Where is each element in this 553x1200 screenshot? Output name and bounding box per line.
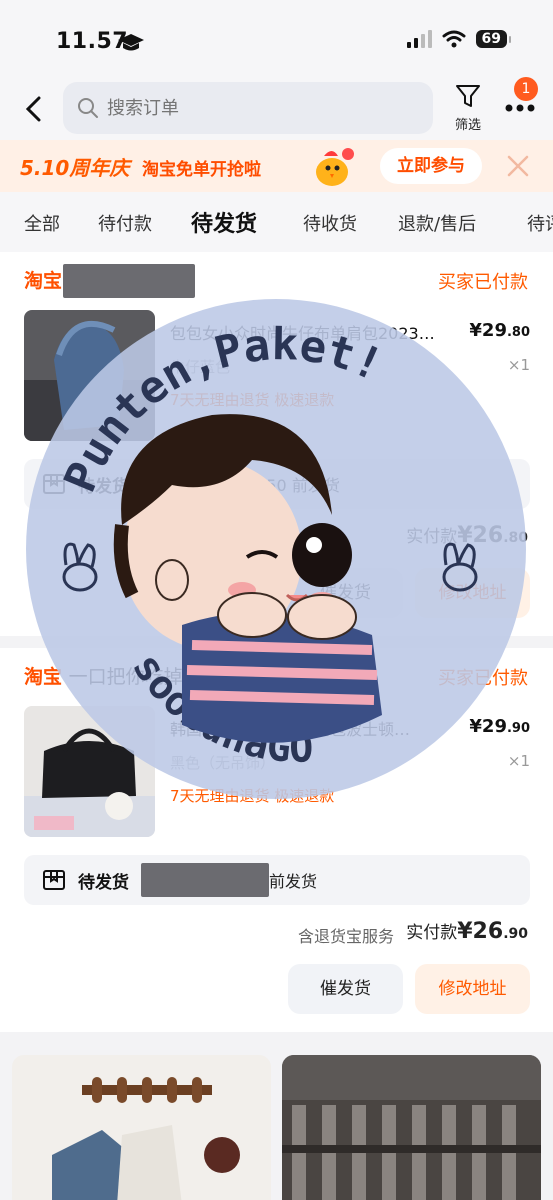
tab-pending-receipt[interactable]: 待收货 <box>303 210 357 236</box>
search-input[interactable] <box>107 97 407 119</box>
mascot-chick-icon <box>316 148 354 186</box>
shop-name: 一口把你吃掉女包店 <box>68 666 240 688</box>
paid-amount: 实付款¥26.90 <box>406 919 528 944</box>
product-sku: 黑色（无吊饰） <box>170 754 276 772</box>
tab-refund[interactable]: 退款/售后 <box>398 210 476 236</box>
urge-shipment-button[interactable]: 催发货 <box>288 964 403 1014</box>
shop-row[interactable]: 淘宝 <box>24 266 62 293</box>
taobao-logo: 淘宝 <box>24 666 63 688</box>
recommendation-card[interactable] <box>12 1055 271 1200</box>
service-tags: 7天无理由退货 极速退款 <box>170 391 335 409</box>
promo-text: 淘宝免单开抢啦 <box>142 160 261 180</box>
product-title[interactable]: 包包女小众时尚牛仔布单肩包2023… <box>170 320 470 344</box>
shipping-status: 待发货 <box>78 476 129 497</box>
service-note: 含退货宝服务 <box>298 927 395 946</box>
order-status: 买家已付款 <box>438 272 528 293</box>
change-address-button[interactable]: 修改地址 <box>415 964 530 1014</box>
service-tags: 7天无理由退货 极速退款 <box>170 787 335 805</box>
shipping-info[interactable]: 待发货 前发货 <box>24 855 530 905</box>
tab-pending-payment[interactable]: 待付款 <box>98 210 152 236</box>
urge-shipment-button[interactable]: 催发货 <box>288 568 403 618</box>
recommendation-card[interactable] <box>282 1055 541 1200</box>
filter-button[interactable]: 筛选 <box>448 83 488 133</box>
wifi-icon <box>442 30 466 48</box>
product-qty: ×1 <box>507 356 530 374</box>
box-icon <box>43 870 65 890</box>
promo-join-button[interactable]: 立即参与 <box>380 148 482 184</box>
graduation-cap-icon <box>118 34 144 51</box>
close-icon <box>507 155 529 177</box>
taobao-logo: 淘宝 <box>24 270 63 292</box>
change-address-button[interactable]: 修改地址 <box>415 568 530 618</box>
filter-label: 筛选 <box>454 118 481 133</box>
product-price: ¥29.80 <box>469 320 530 341</box>
chevron-left-icon <box>25 96 41 122</box>
product-sku: 牛仔蓝色 <box>170 358 231 376</box>
tab-pending-review[interactable]: 待评 <box>527 210 553 236</box>
redacted-date <box>141 863 269 897</box>
tab-all[interactable]: 全部 <box>24 210 60 236</box>
status-icons: 69 <box>406 30 512 48</box>
shipping-info[interactable]: 待发货 承诺 5月11日12:50 前发货 <box>24 459 530 509</box>
back-button[interactable] <box>16 92 50 126</box>
product-image[interactable] <box>24 310 155 441</box>
product-price: ¥29.90 <box>469 716 530 737</box>
funnel-icon <box>456 85 480 107</box>
redacted-shop-name <box>63 264 195 298</box>
shipping-status: 待发货 <box>78 872 129 893</box>
search-icon <box>78 98 98 118</box>
notification-badge: 1 <box>514 77 538 101</box>
promo-tag: 5.10周年庆 <box>20 156 130 180</box>
box-icon <box>43 474 65 494</box>
product-title[interactable]: 韩国明星同款保龄球包包波士顿… <box>170 716 470 740</box>
battery-indicator: 69 <box>475 30 512 48</box>
promo-close-button[interactable] <box>504 152 532 180</box>
paid-amount: 实付款¥26.80 <box>406 523 528 548</box>
signal-icon <box>406 30 432 48</box>
order-status: 买家已付款 <box>438 668 528 689</box>
product-qty: ×1 <box>507 752 530 770</box>
product-image[interactable] <box>24 706 155 837</box>
shop-row[interactable]: 淘宝 一口把你吃掉女包店 <box>24 662 240 689</box>
shipping-promise: 前发货 <box>269 872 318 891</box>
tab-pending-shipment[interactable]: 待发货 <box>191 206 257 238</box>
shipping-promise: 承诺 5月11日12:50 前发货 <box>141 476 340 495</box>
search-bar[interactable] <box>63 82 433 134</box>
